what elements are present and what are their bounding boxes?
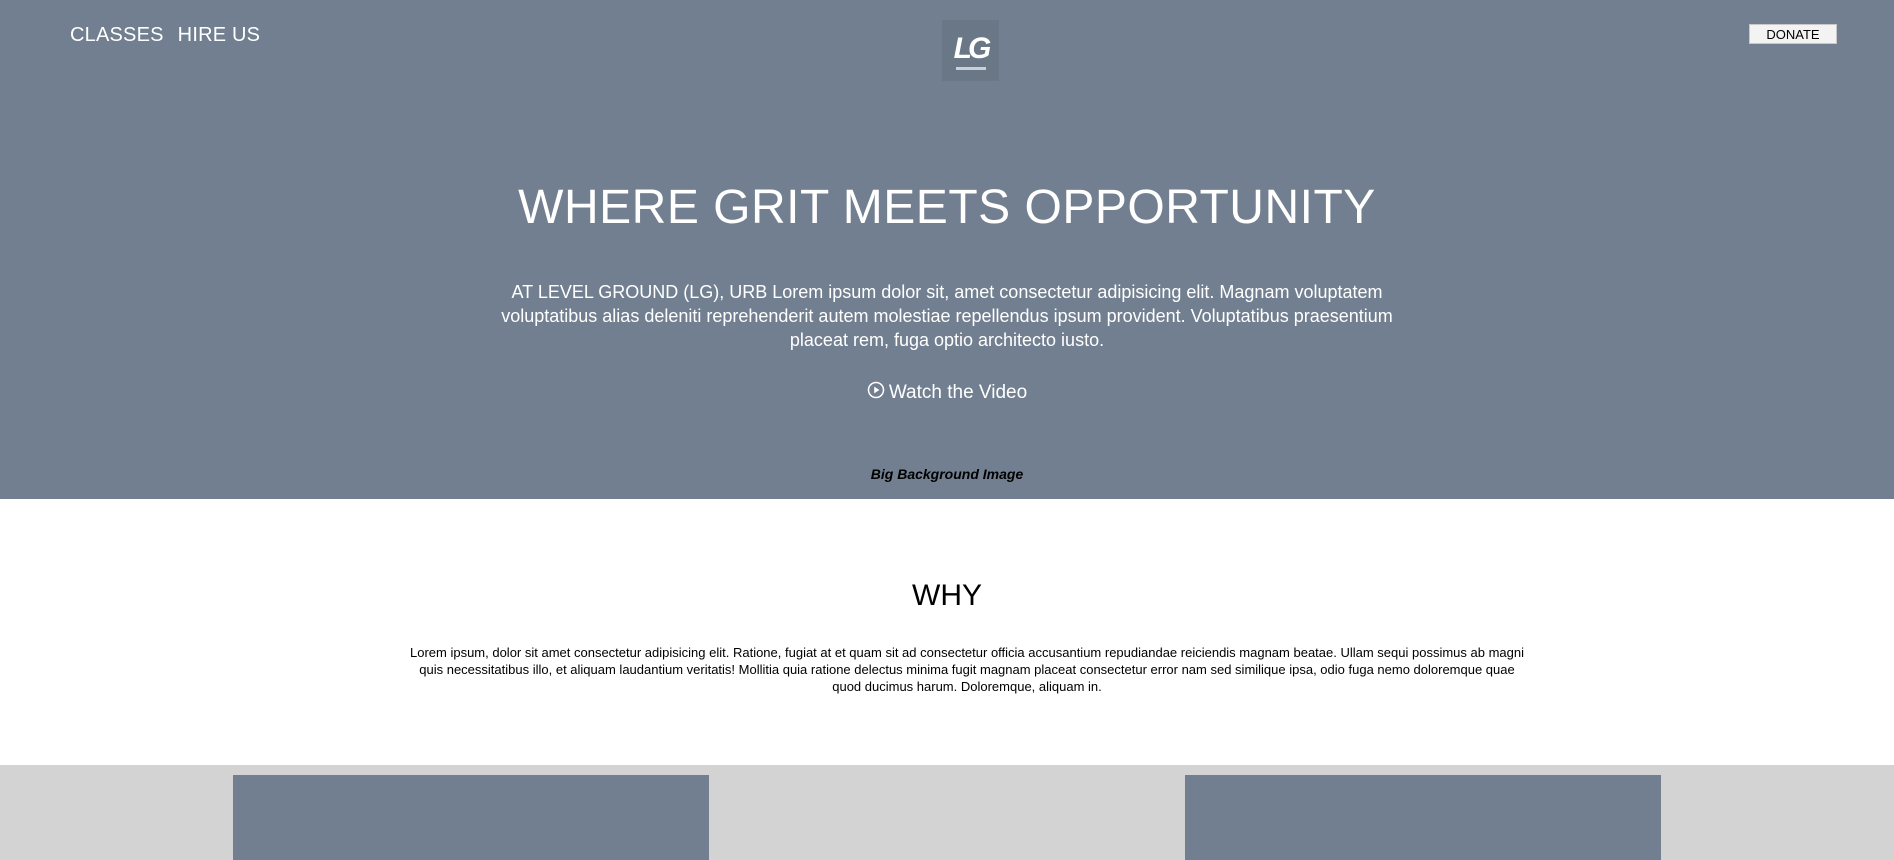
card-image-left [233,775,709,860]
nav-classes-link[interactable]: CLASSES [70,24,164,47]
main-nav: CLASSES HIRE US [70,24,260,47]
card-image-right [1185,775,1661,860]
hero-description: AT LEVEL GROUND (LG), URB Lorem ipsum do… [501,282,1393,350]
cards-section [0,765,1894,860]
why-description: Lorem ipsum, dolor sit amet consectetur … [409,645,1524,694]
play-circle-icon [867,381,885,399]
why-section: WHY Lorem ipsum, dolor sit amet consecte… [0,499,1894,765]
why-title: WHY [912,579,982,612]
hero-title: WHERE GRIT MEETS OPPORTUNITY [518,181,1376,234]
watch-video-link[interactable]: Watch the Video [0,381,1894,404]
background-image-caption: Big Background Image [870,466,1024,482]
logo-mark: LG [953,32,992,65]
logo-subtext-bar [955,67,986,70]
site-logo[interactable]: LG [942,20,999,81]
nav-hire-us-link[interactable]: HIRE US [178,24,261,47]
watch-video-label: Watch the Video [888,382,1028,403]
donate-button[interactable]: DONATE [1749,24,1837,44]
hero-section: CLASSES HIRE US LG DONATE WHERE GRIT MEE… [0,0,1894,499]
